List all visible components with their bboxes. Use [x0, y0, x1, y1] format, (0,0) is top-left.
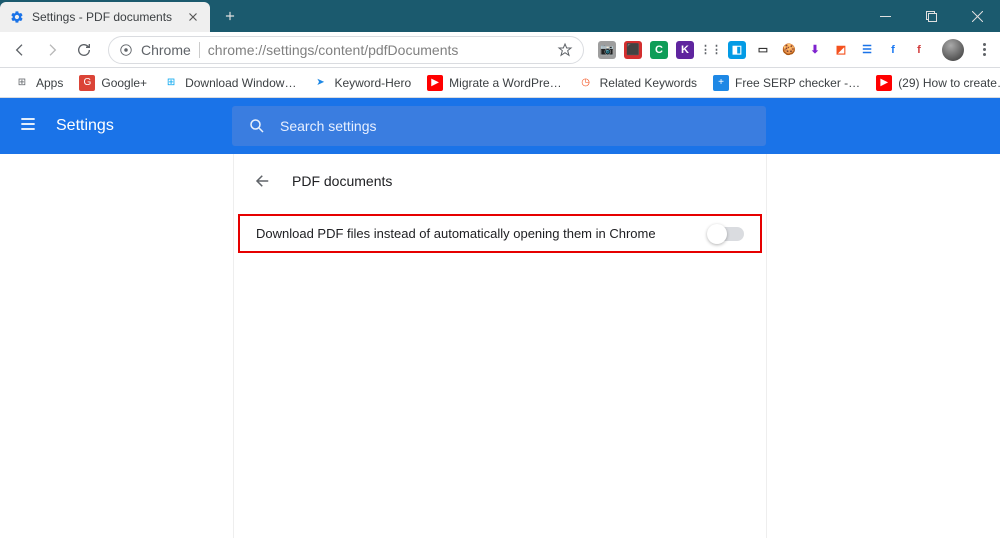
extension-icon[interactable]: f [884, 41, 902, 59]
chrome-menu-button[interactable] [974, 36, 994, 64]
back-button[interactable] [6, 36, 34, 64]
card-header: PDF documents [234, 154, 766, 208]
reload-button[interactable] [70, 36, 98, 64]
profile-avatar[interactable] [942, 39, 964, 61]
bookmark-label: Apps [36, 76, 63, 90]
bookmark-label: Migrate a WordPre… [449, 76, 561, 90]
menu-icon[interactable] [18, 114, 38, 139]
bookmark-item[interactable]: ▶ (29) How to create… [870, 70, 1000, 96]
address-bar[interactable]: Chrome chrome://settings/content/pdfDocu… [108, 36, 584, 64]
maximize-button[interactable] [908, 0, 954, 32]
tab-strip: Settings - PDF documents [0, 0, 244, 32]
bookmark-label: Google+ [101, 76, 147, 90]
extension-icons: 📷 ⬛ CK ⋮⋮ ◧ ▭ 🍪 ⬇ ◩ ☰ ff [594, 41, 932, 59]
setting-label: Download PDF files instead of automatica… [256, 226, 710, 241]
bookmark-label: Keyword-Hero [334, 76, 411, 90]
browser-tab[interactable]: Settings - PDF documents [0, 2, 210, 32]
bookmark-label: (29) How to create… [898, 76, 1000, 90]
extension-icon[interactable]: ◩ [832, 41, 850, 59]
bookmark-favicon: ⊞ [14, 75, 30, 91]
extension-icon[interactable]: ⋮⋮ [702, 41, 720, 59]
bookmark-favicon: ➤ [312, 75, 328, 91]
settings-header: Settings [0, 98, 1000, 154]
extension-icon[interactable]: 📷 [598, 41, 616, 59]
bookmark-item[interactable]: ▶ Migrate a WordPre… [421, 70, 567, 96]
minimize-button[interactable] [862, 0, 908, 32]
toggle-switch[interactable] [710, 227, 744, 241]
url-origin: Chrome [141, 42, 200, 58]
page-title: PDF documents [292, 173, 392, 189]
window-titlebar: Settings - PDF documents [0, 0, 1000, 32]
bookmark-favicon: G [79, 75, 95, 91]
close-button[interactable] [954, 0, 1000, 32]
url-path: chrome://settings/content/pdfDocuments [208, 42, 459, 58]
extension-icon[interactable]: f [910, 41, 928, 59]
back-arrow-icon[interactable] [254, 172, 272, 190]
bookmark-item[interactable]: G Google+ [73, 70, 153, 96]
extension-icon[interactable]: ⬇ [806, 41, 824, 59]
extension-icon[interactable]: ⬛ [624, 41, 642, 59]
settings-content: PDF documents Download PDF files instead… [0, 154, 1000, 538]
forward-button[interactable] [38, 36, 66, 64]
bookmark-label: Download Window… [185, 76, 296, 90]
pdf-download-setting-row: Download PDF files instead of automatica… [238, 214, 762, 253]
close-icon[interactable] [186, 10, 200, 24]
settings-card: PDF documents Download PDF files instead… [233, 154, 767, 538]
window-controls [862, 0, 1000, 32]
bookmark-item[interactable]: ◷ Related Keywords [572, 70, 703, 96]
bookmark-item[interactable]: ⊞ Download Window… [157, 70, 302, 96]
settings-search[interactable] [232, 106, 766, 146]
new-tab-button[interactable] [216, 2, 244, 30]
extension-icon[interactable]: ▭ [754, 41, 772, 59]
bookmark-star-icon[interactable] [557, 42, 573, 58]
extension-icon[interactable]: K [676, 41, 694, 59]
browser-toolbar: Chrome chrome://settings/content/pdfDocu… [0, 32, 1000, 68]
extension-icon[interactable]: ◧ [728, 41, 746, 59]
chrome-icon [119, 43, 133, 57]
bookmark-item[interactable]: ⊞ Apps [8, 70, 69, 96]
extension-icon[interactable]: C [650, 41, 668, 59]
bookmark-item[interactable]: + Free SERP checker -… [707, 70, 866, 96]
settings-title: Settings [56, 117, 114, 135]
bookmark-favicon: ⊞ [163, 75, 179, 91]
bookmark-favicon: ▶ [876, 75, 892, 91]
tab-title: Settings - PDF documents [32, 10, 186, 24]
search-input[interactable] [280, 118, 750, 134]
bookmark-label: Free SERP checker -… [735, 76, 860, 90]
extension-icon[interactable]: ☰ [858, 41, 876, 59]
search-icon [248, 117, 266, 135]
settings-page: Settings PDF documents Download PDF file… [0, 98, 1000, 538]
bookmark-favicon: ▶ [427, 75, 443, 91]
bookmark-item[interactable]: ➤ Keyword-Hero [306, 70, 417, 96]
extension-icon[interactable]: 🍪 [780, 41, 798, 59]
bookmark-favicon: ◷ [578, 75, 594, 91]
bookmarks-bar: ⊞ Apps G Google+ ⊞ Download Window… ➤ Keyword-H… [0, 68, 1000, 98]
bookmark-favicon: + [713, 75, 729, 91]
gear-icon [10, 10, 24, 24]
bookmark-label: Related Keywords [600, 76, 697, 90]
